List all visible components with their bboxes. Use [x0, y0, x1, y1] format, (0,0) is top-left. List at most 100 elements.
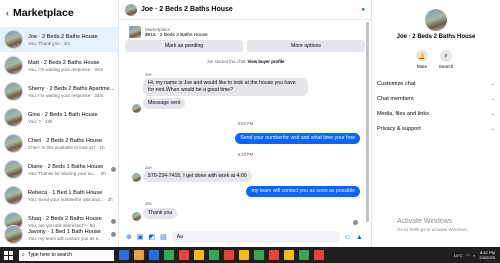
mute-label: Mute [416, 64, 428, 69]
mark-pending-button[interactable]: Mark as pending [125, 40, 243, 52]
conversation-item[interactable]: Javony · 1 Bed 1 Bath House You: my team… [0, 222, 118, 247]
message-thread[interactable]: Marketplace $915 · 2 Beds 2 Baths House … [119, 20, 372, 227]
clock-date: 2/4/2025 [479, 255, 495, 260]
conversation-sidebar: ‹ Marketplace Joe · 2 Beds 2 Baths House… [0, 0, 119, 247]
conversation-item[interactable]: Gina · 2 Beds 1 Bath House You: ? · 23h [0, 105, 118, 130]
conversation-item[interactable]: Cheri · 2 Beds 2 Baths House Cheri: Is t… [0, 131, 118, 156]
conversation-name: Sherry · 2 Beds 2 Baths Apartme... [28, 85, 115, 92]
sender-avatar [132, 173, 141, 182]
conversation-item[interactable]: Sherry · 2 Beds 2 Baths Apartme... You: … [0, 79, 118, 104]
listing-thumbnail [4, 134, 23, 153]
edge-browser-icon[interactable] [149, 250, 159, 260]
sticker-icon[interactable]: ◩ [149, 233, 156, 241]
chat-header: Joe · 2 Beds 2 Baths House ● [119, 0, 371, 20]
timestamp: 6:29 PM [237, 152, 254, 157]
accordion-privacy-support[interactable]: Privacy & support ⌄ [377, 122, 495, 136]
taskbar-search-placeholder: Type here to search [27, 252, 73, 258]
weather-text[interactable]: 14°C [454, 253, 463, 258]
chrome-icon[interactable] [284, 250, 294, 260]
sender-name: Joe [145, 72, 152, 77]
listing-image [129, 26, 141, 38]
accordion-chat-members[interactable]: Chat members ⌄ [377, 92, 495, 106]
sidebar-header: ‹ Marketplace [0, 0, 118, 26]
search-label: Search [438, 64, 454, 69]
accordion-label: Chat members [377, 96, 414, 102]
volume-icon[interactable]: ◗ [473, 253, 475, 258]
gif-icon[interactable]: ▤ [160, 233, 167, 241]
activate-windows-title: Activate Windows [397, 218, 453, 225]
view-buyer-profile-link[interactable]: View buyer profile [247, 59, 284, 64]
conversation-item[interactable]: Joe · 2 Beds 2 Baths House You: Thank yo… [0, 27, 118, 52]
search-icon: ⌕ [22, 252, 25, 258]
chevron-down-icon: ⌄ [490, 111, 495, 117]
like-icon[interactable]: ▲ [356, 234, 363, 241]
windows-start-icon[interactable] [4, 250, 13, 260]
listing-price: $915 · 2 Beds 2 Baths House [145, 33, 208, 38]
sidebar-title: Marketplace [13, 7, 74, 19]
incoming-message: 570-234-7415, I get done with work at 4:… [143, 171, 252, 182]
conversation-preview: You: Thanks for sharing your nu... · 2h [28, 170, 106, 176]
accordion-media-files-links[interactable]: Media, files and links ⌄ [377, 107, 495, 121]
listing-thumbnail [4, 82, 23, 101]
sender-avatar [132, 212, 141, 221]
chrome-icon[interactable] [164, 250, 174, 260]
plus-icon[interactable]: ⊕ [126, 233, 132, 241]
mute-bell-icon[interactable]: 🔔 [416, 50, 428, 62]
chrome-icon[interactable] [269, 250, 279, 260]
conversation-preview: You: my team will contact you as s... · … [28, 235, 111, 241]
conversation-name: Cheri · 2 Beds 2 Baths House [28, 137, 102, 144]
back-arrow-icon[interactable]: ‹ [6, 8, 9, 18]
conversation-preview: You: Thank you · 1m [28, 40, 71, 46]
conversation-name: Shaq · 2 Beds 2 Baths House [28, 215, 102, 222]
taskbar-search[interactable]: ⌕ Type here to search [19, 249, 114, 261]
accordion-customize-chat[interactable]: Customize chat ⌄ [377, 77, 495, 91]
chat-info-panel: Joe · 2 Beds 2 Baths House 🔔 Mute ⌕ Sear… [372, 0, 500, 247]
outgoing-message: Send your numberfor visit and what time … [235, 133, 360, 144]
chat-title[interactable]: Joe · 2 Beds 2 Baths House [141, 6, 361, 13]
seen-avatar [111, 232, 116, 237]
chrome-icon[interactable] [299, 250, 309, 260]
conversation-name: Matt · 2 Beds 2 Baths House [28, 59, 100, 66]
file-explorer-icon[interactable] [134, 250, 144, 260]
accordion-label: Media, files and links [377, 111, 429, 117]
sender-name: Joe [145, 201, 152, 206]
listing-thumbnail [4, 56, 23, 75]
chrome-icon[interactable] [254, 250, 264, 260]
thread-scrollbar[interactable] [366, 22, 369, 222]
listing-thumbnail [4, 108, 23, 127]
message-input[interactable]: Aa [171, 231, 340, 243]
task-view-icon[interactable] [119, 250, 129, 260]
seen-avatar [353, 220, 358, 225]
chrome-icon[interactable] [209, 250, 219, 260]
contact-avatar [425, 9, 447, 31]
conversation-preview: You: Send your numberfor visit and... · … [28, 196, 113, 202]
chrome-icon[interactable] [239, 250, 249, 260]
outgoing-message: my team will contact you as soon as poss… [246, 186, 360, 197]
info-icon[interactable]: ● [361, 7, 365, 13]
conversation-item[interactable]: Rebeca · 1 Bed 1 Bath House You: Send yo… [0, 183, 118, 208]
image-icon[interactable]: ▣ [137, 233, 144, 241]
listing-label: Marketplace [145, 27, 171, 32]
search-icon[interactable]: ⌕ [440, 50, 452, 62]
clock[interactable]: 8:42 PM 2/4/2025 [479, 250, 495, 260]
listing-thumbnail [4, 225, 23, 244]
accordion-label: Privacy & support [377, 126, 421, 132]
listing-thumbnail [4, 160, 23, 179]
conversation-preview: You: ? · 23h [28, 118, 53, 124]
conversation-item[interactable]: Diane · 2 Beds 1 Baths House You: Thanks… [0, 157, 118, 182]
incoming-message: Thank you [143, 208, 178, 219]
conversation-name: Gina · 2 Beds 1 Bath House [28, 111, 98, 118]
chrome-icon[interactable] [194, 250, 204, 260]
conversation-item[interactable]: Matt · 2 Beds 2 Baths House You: I'm wai… [0, 53, 118, 78]
conversation-name: Diane · 2 Beds 1 Baths House [28, 163, 104, 170]
more-options-button[interactable]: More options [247, 40, 365, 52]
listing-thumbnail [4, 30, 23, 49]
chrome-icon[interactable] [224, 250, 234, 260]
emoji-icon[interactable]: ☺ [344, 234, 351, 241]
chrome-icon[interactable] [179, 250, 189, 260]
sender-avatar [132, 104, 141, 113]
network-icon[interactable]: ◠ [467, 253, 471, 258]
chat-started-notice: Joe started this chat. View buyer profil… [119, 59, 372, 64]
chrome-icon[interactable] [314, 250, 324, 260]
windows-taskbar: ⌕ Type here to search 14°C ◠ ◗ 8:42 PM 2… [0, 247, 500, 263]
